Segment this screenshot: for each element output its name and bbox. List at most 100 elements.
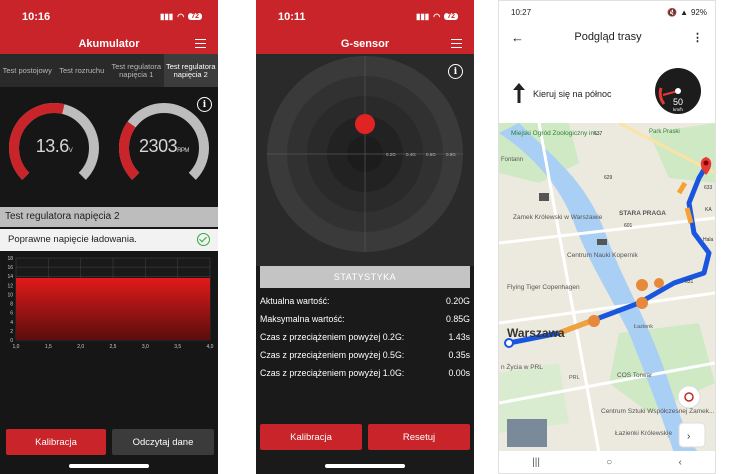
status-text: Poprawne napięcie ładowania. <box>8 234 137 245</box>
chart-y-tick-label: 12 <box>7 283 13 289</box>
stat-row-max: Maksymalna wartość: 0.85G <box>260 314 470 324</box>
battery-icon: 72 <box>444 13 458 20</box>
chart-x-tick-label: 1,5 <box>45 344 52 350</box>
castle-icon <box>539 193 549 201</box>
status-bar: 10:27 🔇 ▲ 92% <box>499 1 715 23</box>
battery-icon: 72 <box>188 13 202 20</box>
back-icon[interactable]: ‹ <box>679 457 682 468</box>
arrow-up-icon <box>513 83 525 103</box>
speedometer: 50 km/h <box>655 68 701 114</box>
status-message: Poprawne napięcie ładowania. <box>0 229 218 251</box>
traffic-incident-icon[interactable] <box>654 278 664 288</box>
gsensor-radar: 0.2G 0.4G 0.6G 0.8G <box>256 54 474 266</box>
stat-row-time-05: Czas z przeciążeniem powyżej 0.5G: 0.35s <box>260 350 470 360</box>
radar-label-04: 0.4G <box>406 152 416 157</box>
route-map[interactable]: Miejski Ogród Zoologiczny im... Park Pra… <box>499 123 715 453</box>
radar-label-08: 0.8G <box>446 152 456 157</box>
chart-y-tick-label: 16 <box>7 265 13 271</box>
chart-x-tick-label: 1,0 <box>13 344 20 350</box>
home-indicator[interactable] <box>325 464 405 468</box>
radar-label-02: 0.2G <box>386 152 396 157</box>
map-label-kopernik: Centrum Nauki Kopernik <box>567 252 639 259</box>
road-633: 633 <box>704 185 713 191</box>
signal-icon: ▮▮▮ <box>416 12 430 21</box>
voltage-value: 13.6 <box>35 136 70 156</box>
tab-test-regulatora-2[interactable]: Test regulatora napięcia 2 <box>163 54 218 87</box>
voltage-unit: V <box>68 148 73 154</box>
calibration-button[interactable]: Kalibracja <box>260 424 362 450</box>
direction-text: Kieruj się na północ <box>533 89 612 99</box>
stat-row-time-02: Czas z przeciążeniem powyżej 0.2G: 1.43s <box>260 332 470 342</box>
stat-row-current: Aktualna wartość: 0.20G <box>260 296 470 306</box>
speed-value: 50 <box>672 97 683 107</box>
road-hala: Hala <box>703 237 714 243</box>
calibration-button[interactable]: Kalibracja <box>6 429 106 455</box>
direction-banner: Kieruj się na północ 50 km/h <box>499 59 715 123</box>
chart-x-tick-label: 3,0 <box>142 344 149 350</box>
recent-apps-icon[interactable]: ||| <box>532 457 540 468</box>
voltage-gauge: 13.6V <box>6 100 102 196</box>
home-icon[interactable]: ○ <box>606 457 612 468</box>
section-title: Test regulatora napięcia 2 <box>0 207 218 227</box>
read-data-button[interactable]: Odczytaj dane <box>112 429 214 455</box>
stats-list: Aktualna wartość: 0.20G Maksymalna wartoś… <box>260 292 470 382</box>
street-view-thumbnail[interactable] <box>507 419 547 447</box>
chart-x-tick-label: 3,5 <box>174 344 181 350</box>
chart-x-tick-label: 2,0 <box>77 344 84 350</box>
stats-header: STATYSTYKA <box>260 266 470 288</box>
gsensor-indicator-dot <box>355 114 375 134</box>
road-629: 629 <box>604 175 613 181</box>
reset-button[interactable]: Resetuj <box>368 424 470 450</box>
gsensor-app-screen: 10:11 ▮▮▮ ◠ 72 G-sensor 0.2G 0.4G 0.6G 0… <box>256 0 474 474</box>
menu-icon[interactable] <box>451 39 462 48</box>
android-nav-bar: ||| ○ ‹ <box>499 451 715 473</box>
app-header: G-sensor <box>256 33 474 54</box>
map-label-city: Warszawa <box>507 326 565 340</box>
road-637: 637 <box>594 131 603 137</box>
map-label-praga: STARA PRAGA <box>619 210 666 217</box>
rpm-value: 2303 <box>139 136 178 156</box>
radar-label-06: 0.6G <box>426 152 436 157</box>
chevron-left-icon[interactable]: ‹ <box>667 431 670 442</box>
chart-y-tick-label: 4 <box>10 320 13 326</box>
chart-y-tick-label: 10 <box>7 292 13 298</box>
speed-unit: km/h <box>673 107 683 112</box>
status-bar: 10:11 ▮▮▮ ◠ 72 <box>256 0 474 33</box>
start-point-icon <box>504 338 514 348</box>
chart-y-tick-label: 6 <box>10 311 13 317</box>
signal-icon: ▮▮▮ <box>160 12 174 21</box>
page-title: G-sensor <box>340 37 390 50</box>
map-label-sztuki: Centrum Sztuki Współczesnej Zamek... <box>601 408 715 415</box>
info-icon[interactable]: i <box>448 64 463 79</box>
road-ka: KA <box>705 207 712 213</box>
wifi-icon: ◠ <box>177 12 185 21</box>
traffic-incident-icon[interactable] <box>588 315 600 327</box>
battery-level: 92% <box>690 7 707 17</box>
top-bar: ← Podgląd trasy ⋮ <box>499 23 715 51</box>
traffic-incident-icon[interactable] <box>636 279 648 291</box>
map-label-prl: PRL <box>569 375 580 381</box>
tab-test-rozruchu[interactable]: Test rozruchu <box>55 54 110 87</box>
map-label-castle: Zamek Królewski w Warszawie <box>513 214 603 221</box>
page-title: Akumulator <box>78 37 140 50</box>
tab-test-postojowy[interactable]: Test postojowy <box>0 54 55 87</box>
traffic-incident-icon[interactable] <box>636 297 648 309</box>
home-indicator[interactable] <box>69 464 149 468</box>
status-bar: 10:16 ▮▮▮ ◠ 72 <box>0 0 218 33</box>
mute-icon: 🔇 <box>667 7 678 17</box>
chart-area-series <box>16 278 210 340</box>
map-label-lazienki: Łazienki Królewskie <box>615 430 672 437</box>
recenter-button[interactable] <box>677 385 701 409</box>
voltage-chart: 024681012141618 1,0 1,5 2,0 2,5 3,0 3,5 4,0 <box>7 256 214 350</box>
map-label-lazienk2: Łazienk <box>634 324 653 330</box>
tab-test-regulatora-1[interactable]: Test regulatora napięcia 1 <box>109 54 164 87</box>
chart-y-tick-label: 14 <box>7 274 13 280</box>
chart-x-tick-label: 4,0 <box>207 344 214 350</box>
map-label-flying-tiger: Flying Tiger Copenhagen <box>507 284 580 291</box>
museum-icon <box>597 239 607 245</box>
next-step-button[interactable] <box>678 422 706 448</box>
menu-icon[interactable] <box>195 39 206 48</box>
chevron-right-icon: › <box>687 431 690 442</box>
back-arrow-icon[interactable]: ← <box>511 30 524 45</box>
more-vert-icon[interactable]: ⋮ <box>692 31 703 44</box>
